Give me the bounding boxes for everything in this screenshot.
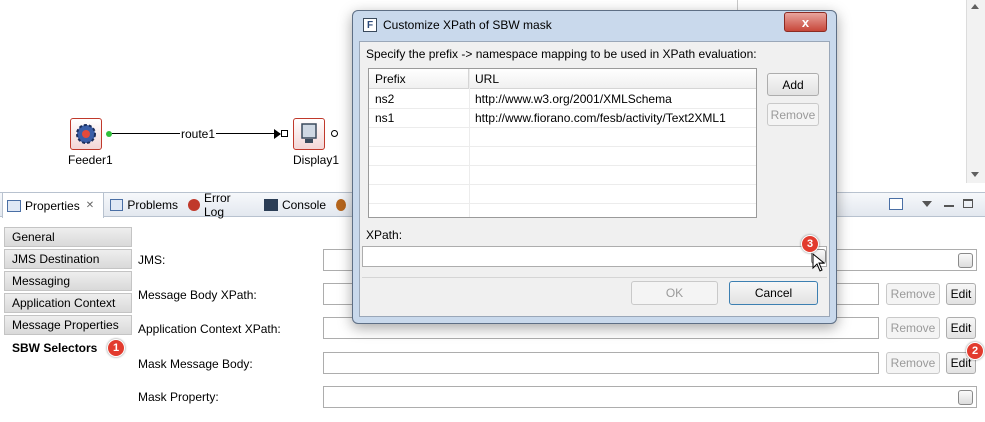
row-divider bbox=[369, 203, 756, 204]
route-arrow-icon bbox=[274, 129, 281, 139]
table-row-url[interactable]: http://www.w3.org/2001/XMLSchema bbox=[469, 90, 756, 108]
problems-icon bbox=[110, 199, 124, 211]
app-logo-icon: F bbox=[363, 18, 377, 32]
gear-icon bbox=[76, 124, 96, 144]
xpath-label: XPath: bbox=[366, 228, 403, 242]
callout-badge-2: 2 bbox=[966, 342, 984, 360]
jms-label: JMS: bbox=[138, 253, 166, 267]
row-divider bbox=[369, 184, 756, 185]
mask-property-checkbox[interactable] bbox=[958, 390, 973, 405]
table-row-prefix[interactable]: ns2 bbox=[369, 90, 469, 108]
scroll-down-arrow-icon[interactable] bbox=[971, 172, 979, 177]
tab-properties-label: Properties bbox=[25, 198, 80, 213]
side-panel-scrollbar[interactable] bbox=[966, 0, 985, 183]
tab-problems[interactable]: Problems bbox=[106, 193, 182, 217]
display-node-label: Display1 bbox=[293, 153, 340, 167]
tab-error-log[interactable]: Error Log bbox=[184, 191, 258, 219]
mask-message-body-remove-button[interactable]: Remove bbox=[886, 352, 940, 374]
view-menu-icon[interactable] bbox=[922, 201, 932, 207]
mask-property-field[interactable] bbox=[323, 386, 977, 408]
tab-error-log-label: Error Log bbox=[204, 191, 231, 219]
row-divider bbox=[369, 146, 756, 147]
console-icon bbox=[264, 199, 278, 211]
dialog-instruction: Specify the prefix -> namespace mapping … bbox=[366, 47, 757, 61]
mask-message-body-field[interactable] bbox=[323, 352, 879, 374]
namespace-table[interactable]: Prefix URL ns2 http://www.w3.org/2001/XM… bbox=[368, 68, 757, 218]
table-row-prefix[interactable]: ns1 bbox=[369, 109, 469, 127]
callout-badge-1: 1 bbox=[107, 339, 125, 357]
dialog-title: Customize XPath of SBW mask bbox=[383, 18, 552, 32]
jms-checkbox[interactable] bbox=[958, 253, 973, 268]
dialog-close-button[interactable]: x bbox=[784, 12, 827, 32]
mask-property-label: Mask Property: bbox=[138, 390, 219, 404]
port-out-circle[interactable] bbox=[331, 130, 338, 137]
nav-message-properties[interactable]: Message Properties bbox=[4, 315, 132, 335]
properties-icon bbox=[7, 199, 21, 212]
port-out-dot[interactable] bbox=[106, 131, 112, 137]
app-context-xpath-label: Application Context XPath: bbox=[138, 322, 281, 336]
nav-messaging[interactable]: Messaging bbox=[4, 271, 132, 291]
mask-message-body-label: Mask Message Body: bbox=[138, 357, 253, 371]
tab-properties[interactable]: Properties ✕ bbox=[2, 193, 104, 218]
tab-debug[interactable] bbox=[332, 193, 352, 217]
tab-console[interactable]: Console bbox=[260, 193, 330, 217]
message-body-xpath-label: Message Body XPath: bbox=[138, 288, 257, 302]
column-header-prefix[interactable]: Prefix bbox=[369, 69, 469, 89]
add-button[interactable]: Add bbox=[767, 73, 819, 96]
xpath-input[interactable] bbox=[362, 246, 827, 267]
table-row-url[interactable]: http://www.fiorano.com/fesb/activity/Tex… bbox=[469, 109, 756, 127]
scroll-up-arrow-icon[interactable] bbox=[971, 4, 979, 9]
route-label[interactable]: route1 bbox=[180, 127, 217, 141]
app-context-remove-button[interactable]: Remove bbox=[886, 317, 940, 339]
feeder-node-label: Feeder1 bbox=[68, 153, 113, 167]
nav-application-context[interactable]: Application Context bbox=[4, 293, 132, 313]
dialog-title-bar[interactable]: F Customize XPath of SBW mask bbox=[353, 11, 836, 39]
ok-button[interactable]: OK bbox=[631, 281, 718, 305]
row-divider bbox=[369, 165, 756, 166]
bug-icon bbox=[336, 199, 346, 211]
row-divider bbox=[369, 127, 756, 128]
nav-jms-destination[interactable]: JMS Destination bbox=[4, 249, 132, 269]
remove-button[interactable]: Remove bbox=[767, 103, 819, 126]
customize-xpath-dialog: F Customize XPath of SBW mask x Specify … bbox=[352, 10, 837, 324]
mouse-cursor-icon bbox=[812, 253, 826, 272]
message-body-edit-button[interactable]: Edit bbox=[946, 283, 976, 305]
error-log-icon bbox=[188, 199, 200, 211]
message-body-remove-button[interactable]: Remove bbox=[886, 283, 940, 305]
port-in-square[interactable] bbox=[281, 130, 288, 137]
maximize-icon[interactable] bbox=[963, 199, 973, 208]
properties-nav: General JMS Destination Messaging Applic… bbox=[4, 227, 132, 417]
minimize-icon[interactable] bbox=[944, 205, 954, 207]
cancel-button[interactable]: Cancel bbox=[729, 281, 818, 305]
display-node-icon[interactable] bbox=[293, 118, 325, 150]
feeder-node-icon[interactable] bbox=[70, 118, 102, 150]
callout-badge-3: 3 bbox=[801, 235, 819, 253]
dialog-separator bbox=[362, 277, 827, 278]
close-tab-icon[interactable]: ✕ bbox=[86, 200, 94, 211]
monitor-icon bbox=[301, 123, 317, 143]
dialog-body: Specify the prefix -> namespace mapping … bbox=[359, 41, 830, 317]
tab-problems-label: Problems bbox=[127, 198, 178, 212]
tab-console-label: Console bbox=[281, 198, 326, 212]
new-view-icon[interactable] bbox=[889, 198, 903, 210]
column-header-url[interactable]: URL bbox=[469, 69, 756, 89]
nav-general[interactable]: General bbox=[4, 227, 132, 247]
app-context-edit-button[interactable]: Edit bbox=[946, 317, 976, 339]
